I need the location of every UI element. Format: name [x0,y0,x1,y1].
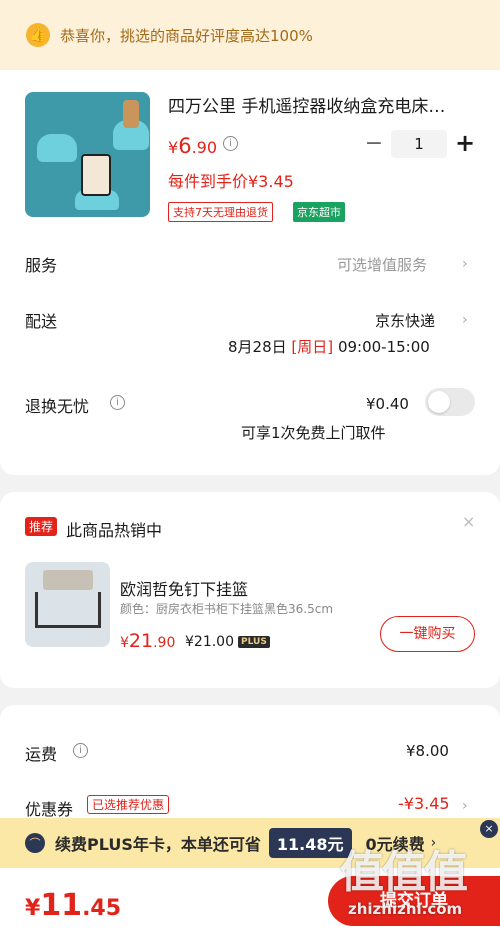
quantity-field[interactable]: 1 [391,130,447,158]
return-worry-price: ¥0.40 [366,395,409,413]
close-icon[interactable]: × [480,820,498,838]
coupon-tag: 已选推荐优惠 [87,795,170,814]
plus-member-tag: PLUS [238,636,270,648]
delivery-label: 配送 [25,312,58,331]
chevron-right-icon[interactable]: › [462,312,468,328]
thumbs-up-icon: 👍 [26,23,50,47]
chevron-right-icon[interactable]: › [431,835,437,851]
checkout-bar: ¥11.45 提交订单 [0,868,500,937]
return-worry-desc: 可享1次免费上门取件 [241,424,386,442]
plus-renewal-text: 续费PLUS年卡，本单还可省 [55,835,261,854]
submit-order-button[interactable]: 提交订单 [328,876,500,926]
service-value[interactable]: 可选增值服务 [337,254,427,275]
chevron-right-icon[interactable]: › [462,256,468,272]
product-title[interactable]: 四万公里 手机遥控器收纳盒充电床… [168,92,468,117]
info-icon[interactable]: i [110,395,125,410]
praise-banner: 👍 恭喜你，挑选的商品好评度高达100% [0,0,500,70]
recommend-badge: 推荐 [25,517,58,536]
recommend-title: 此商品热销中 [66,521,163,540]
recommend-product-spec: 颜色：厨房衣柜书柜下挂篮黑色36.5cm [120,602,334,616]
recommend-card: 推荐 此商品热销中 × 欧润哲免钉下挂篮 颜色：厨房衣柜书柜下挂篮黑色36.5c… [0,492,500,688]
close-icon[interactable]: × [462,512,475,531]
return-worry-toggle[interactable] [425,388,475,416]
one-click-buy-button[interactable]: 一键购买 [380,616,475,652]
recommend-plus-price: ¥21.00 [185,634,234,650]
banner-text: 恭喜你，挑选的商品好评度高达100% [60,26,313,45]
jd-supermarket-tag: 京东超市 [293,202,345,222]
shipping-label: 运费 [25,745,58,764]
return-worry-label: 退换无忧 [25,397,90,416]
plus-logo-icon: ⌒ [25,833,45,853]
quantity-plus-button[interactable]: + [454,128,476,158]
order-item-card: 四万公里 手机遥控器收纳盒充电床… ¥6.90 i 每件到手价¥3.45 支持7… [0,70,500,475]
delivery-weekday: 周日 [297,338,328,356]
service-label: 服务 [25,256,58,275]
product-image[interactable] [25,92,150,217]
plus-saving-amount: 11.48元 [268,828,352,858]
delivery-carrier[interactable]: 京东快递 [375,310,435,331]
delivery-time[interactable]: 8月28日 [周日] 09:00-15:00 [228,336,430,357]
product-price: ¥6.90 [168,134,218,158]
recommend-product-image[interactable] [25,562,110,647]
info-icon[interactable]: i [73,743,88,758]
quantity-minus-button[interactable]: − [364,130,384,158]
shipping-value: ¥8.00 [406,742,449,760]
coupon-discount[interactable]: -¥3.45 [398,794,450,813]
chevron-right-icon[interactable]: › [462,798,468,814]
unit-price: 每件到手价¥3.45 [168,172,294,191]
price-info-icon[interactable]: i [223,136,238,151]
plus-renew-link[interactable]: 0元续费 [366,831,425,855]
total-price: ¥11.45 [25,888,122,923]
coupon-label: 优惠券 [25,800,74,819]
plus-renewal-bar[interactable]: ⌒ 续费PLUS年卡，本单还可省 11.48元 0元续费 › × [0,818,500,868]
recommend-price: ¥21.90 [120,630,176,652]
return-policy-tag: 支持7天无理由退货 [168,202,273,222]
recommend-product-name[interactable]: 欧润哲免钉下挂篮 [120,576,248,600]
